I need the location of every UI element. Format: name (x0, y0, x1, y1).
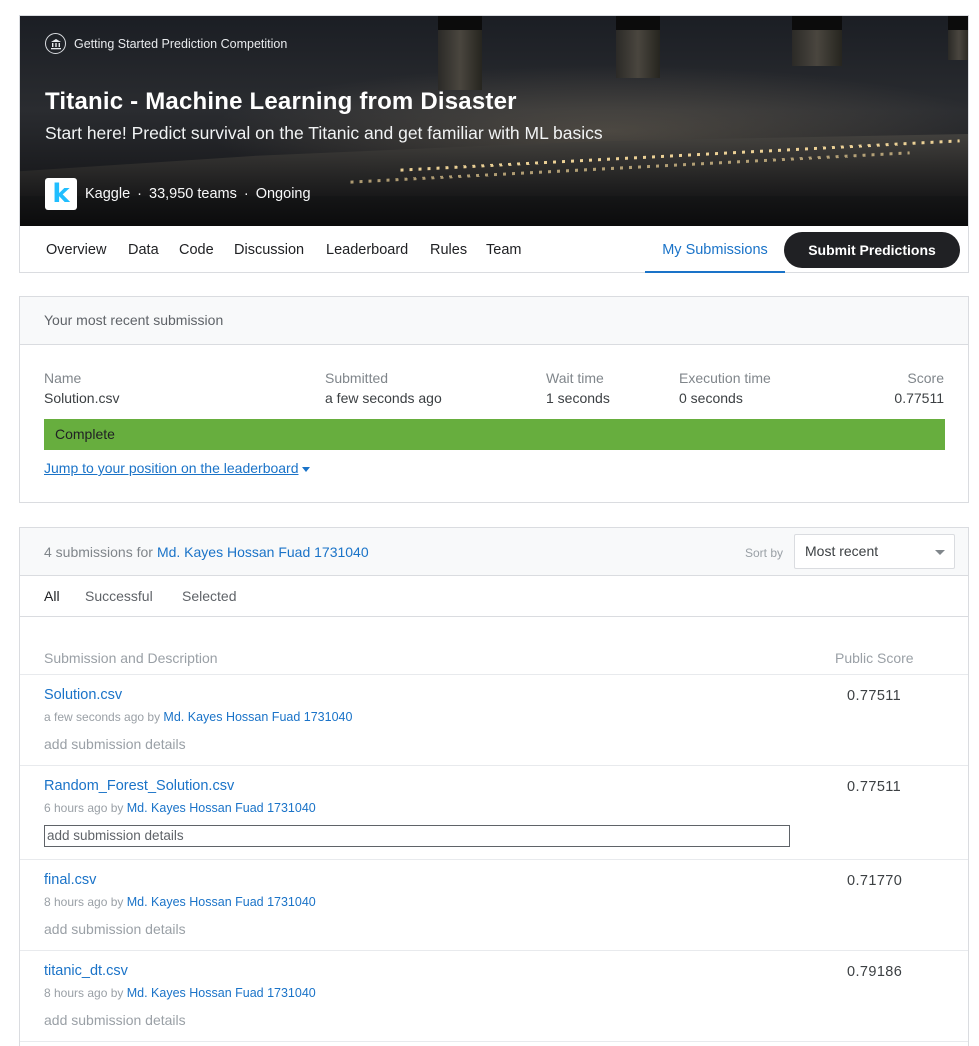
recent-name: Name Solution.csv (44, 370, 120, 406)
submission-user-link[interactable]: Md. Kayes Hossan Fuad 1731040 (127, 801, 316, 815)
column-public-score: Public Score (835, 650, 914, 666)
competition-tabs: Overview Data Code Discussion Leaderboar… (20, 227, 968, 273)
table-row: Solution.csv a few seconds ago by Md. Ka… (20, 675, 968, 766)
submit-predictions-button[interactable]: Submit Predictions (784, 232, 960, 268)
public-score: 0.77511 (847, 688, 902, 704)
submissions-list-card: 4 submissions for Md. Kayes Hossan Fuad 1… (19, 527, 969, 1046)
table-row: final.csv 8 hours ago by Md. Kayes Hossa… (20, 860, 968, 951)
recent-submission-heading: Your most recent submission (20, 297, 968, 345)
submission-user-link[interactable]: Md. Kayes Hossan Fuad 1731040 (127, 895, 316, 909)
tab-code[interactable]: Code (179, 227, 214, 273)
public-score: 0.71770 (847, 873, 903, 889)
jump-to-leaderboard-link[interactable]: Jump to your position on the leaderboard (44, 460, 310, 476)
user-link[interactable]: Md. Kayes Hossan Fuad 1731040 (157, 544, 369, 560)
public-score: 0.77511 (847, 779, 902, 795)
competition-status: Ongoing (255, 186, 311, 202)
submission-time: 8 hours ago by Md. Kayes Hossan Fuad 173… (44, 986, 316, 1000)
add-details-link[interactable]: add submission details (44, 736, 186, 752)
recent-execution-time: Execution time 0 seconds (679, 370, 771, 406)
caret-down-icon (301, 466, 310, 472)
submission-file-link[interactable]: Solution.csv (44, 687, 122, 703)
sort-select[interactable]: Most recent (794, 534, 955, 569)
status-complete-bar: Complete (44, 419, 945, 450)
competition-title: Titanic - Machine Learning from Disaster (45, 88, 517, 115)
team-count: 33,950 teams (149, 186, 237, 202)
table-row: titanic_dt.csv 8 hours ago by Md. Kayes … (20, 951, 968, 1042)
add-details-link[interactable]: add submission details (44, 1012, 186, 1028)
tab-data[interactable]: Data (128, 227, 159, 273)
recent-wait-time: Wait time 1 seconds (546, 370, 610, 406)
column-description: Submission and Description (44, 650, 218, 666)
competition-subtitle: Start here! Predict survival on the Tita… (45, 123, 603, 143)
banner-image: Getting Started Prediction Competition T… (20, 16, 968, 226)
tab-rules[interactable]: Rules (430, 227, 467, 273)
recent-submitted: Submitted a few seconds ago (325, 370, 442, 406)
add-details-link[interactable]: add submission details (44, 921, 186, 937)
submission-file-link[interactable]: final.csv (44, 872, 96, 888)
submission-count: 4 submissions for Md. Kayes Hossan Fuad 1… (44, 544, 369, 560)
tab-discussion[interactable]: Discussion (234, 227, 304, 273)
kaggle-logo-icon[interactable]: k (45, 178, 77, 210)
tab-leaderboard[interactable]: Leaderboard (326, 227, 408, 273)
competition-type: Getting Started Prediction Competition (45, 33, 287, 54)
submission-file-link[interactable]: Random_Forest_Solution.csv (44, 778, 234, 794)
table-header: Submission and Description Public Score (20, 617, 968, 675)
submissions-list-header: 4 submissions for Md. Kayes Hossan Fuad 1… (20, 528, 968, 576)
filter-all[interactable]: All (44, 588, 60, 604)
filter-selected[interactable]: Selected (182, 588, 236, 604)
filter-tabs: All Successful Selected (20, 576, 968, 617)
recent-submission-card: Your most recent submission Name Solutio… (19, 296, 969, 503)
chevron-down-icon (935, 550, 945, 555)
recent-score: Score 0.77511 (894, 370, 944, 406)
submission-file-link[interactable]: titanic_dt.csv (44, 963, 128, 979)
competition-type-label: Getting Started Prediction Competition (74, 36, 288, 51)
filter-successful[interactable]: Successful (85, 588, 153, 604)
submission-time: 6 hours ago by Md. Kayes Hossan Fuad 173… (44, 801, 316, 815)
public-score: 0.79186 (847, 964, 903, 980)
host-name[interactable]: Kaggle (85, 186, 130, 202)
table-row: Random_Forest_Solution.csv 6 hours ago b… (20, 766, 968, 860)
submission-user-link[interactable]: Md. Kayes Hossan Fuad 1731040 (163, 710, 352, 724)
sort-label: Sort by (745, 546, 784, 560)
bank-icon (45, 33, 66, 54)
submission-time: a few seconds ago by Md. Kayes Hossan Fu… (44, 710, 353, 724)
submission-details-input[interactable]: add submission details (44, 825, 790, 847)
competition-header: Getting Started Prediction Competition T… (19, 15, 969, 273)
submission-time: 8 hours ago by Md. Kayes Hossan Fuad 173… (44, 895, 316, 909)
tab-team[interactable]: Team (486, 227, 521, 273)
tab-my-submissions[interactable]: My Submissions (645, 227, 785, 273)
competition-meta: k Kaggle · 33,950 teams · Ongoing (45, 178, 311, 210)
tab-overview[interactable]: Overview (46, 227, 106, 273)
submission-user-link[interactable]: Md. Kayes Hossan Fuad 1731040 (127, 986, 316, 1000)
